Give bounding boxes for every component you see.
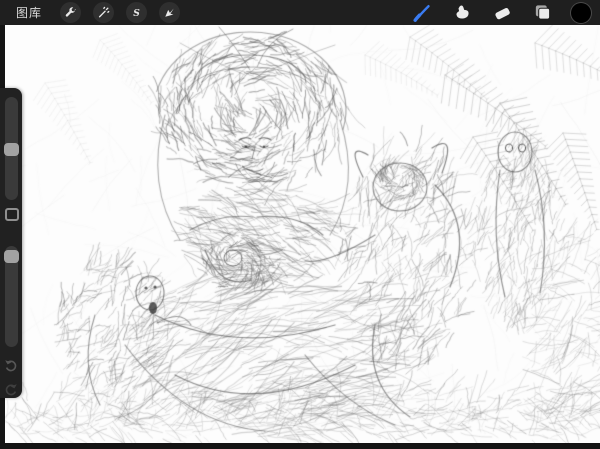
opacity-slider[interactable]	[5, 246, 18, 347]
magic-wand-icon	[97, 6, 110, 19]
top-toolbar: 图库 S	[0, 0, 600, 25]
paint-tool-button[interactable]	[411, 2, 433, 24]
eraser-icon	[493, 3, 512, 22]
wrench-icon	[64, 6, 77, 19]
canvas-area	[5, 25, 600, 443]
svg-text:S: S	[133, 8, 140, 19]
smudge-tool-button[interactable]	[451, 2, 473, 24]
actions-button[interactable]	[60, 2, 81, 23]
brush-sidebar	[0, 88, 22, 398]
redo-button[interactable]	[4, 382, 18, 396]
color-swatch-button[interactable]	[571, 3, 591, 23]
layers-button[interactable]	[531, 2, 553, 24]
toolbar-right-group	[393, 2, 591, 24]
s-curve-icon: S	[130, 6, 143, 19]
opacity-handle[interactable]	[4, 250, 19, 263]
cursor-arrow-icon	[163, 6, 176, 19]
erase-tool-button[interactable]	[491, 2, 513, 24]
undo-button[interactable]	[4, 358, 18, 372]
adjustments-button[interactable]	[93, 2, 114, 23]
drawing-canvas[interactable]	[5, 25, 600, 443]
redo-arrow-icon	[4, 382, 18, 396]
transform-button[interactable]	[159, 2, 180, 23]
finger-icon	[453, 3, 472, 22]
modify-button[interactable]	[5, 208, 19, 221]
brush-size-handle[interactable]	[4, 143, 19, 156]
brush-size-slider[interactable]	[5, 97, 18, 200]
selection-button[interactable]: S	[126, 2, 147, 23]
brush-stroke-icon	[412, 3, 432, 23]
layers-icon	[533, 3, 552, 22]
undo-arrow-icon	[4, 358, 18, 372]
toolbar-left-group: 图库 S	[16, 2, 180, 23]
gallery-button[interactable]: 图库	[16, 4, 42, 21]
